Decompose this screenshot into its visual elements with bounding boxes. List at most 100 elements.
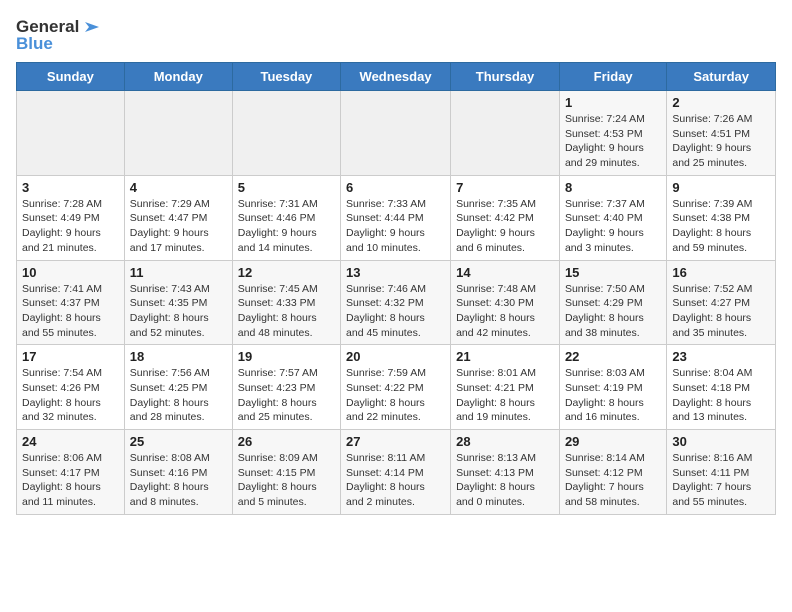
weekday-header-tuesday: Tuesday [232,63,340,91]
weekday-header-wednesday: Wednesday [341,63,451,91]
day-info: Sunrise: 7:43 AM Sunset: 4:35 PM Dayligh… [130,282,227,341]
day-cell: 23 Sunrise: 8:04 AM Sunset: 4:18 PM Dayli… [667,345,776,430]
day-cell: 28 Sunrise: 8:13 AM Sunset: 4:13 PM Dayli… [451,430,560,515]
day-info: Sunrise: 7:24 AM Sunset: 4:53 PM Dayligh… [565,112,661,171]
day-info: Sunrise: 7:39 AM Sunset: 4:38 PM Dayligh… [672,197,770,256]
day-cell: 8Sunrise: 7:37 AM Sunset: 4:40 PM Daylig… [559,175,666,260]
day-number: 16 [672,265,770,280]
day-cell: 21 Sunrise: 8:01 AM Sunset: 4:21 PM Dayli… [451,345,560,430]
day-cell: 29 Sunrise: 8:14 AM Sunset: 4:12 PM Dayli… [559,430,666,515]
day-info: Sunrise: 8:14 AM Sunset: 4:12 PM Dayligh… [565,451,661,510]
day-number: 14 [456,265,554,280]
day-info: Sunrise: 8:04 AM Sunset: 4:18 PM Dayligh… [672,366,770,425]
day-cell: 7 Sunrise: 7:35 AM Sunset: 4:42 PM Daylig… [451,175,560,260]
weekday-header-friday: Friday [559,63,666,91]
day-info: Sunrise: 8:13 AM Sunset: 4:13 PM Dayligh… [456,451,554,510]
day-number: 4 [130,180,227,195]
day-info: Sunrise: 8:01 AM Sunset: 4:21 PM Dayligh… [456,366,554,425]
day-number: 2 [672,95,770,110]
day-cell [451,91,560,176]
day-number: 19 [238,349,335,364]
day-number: 13 [346,265,445,280]
logo: General Blue [16,16,103,54]
day-cell: 17Sunrise: 7:54 AM Sunset: 4:26 PM Dayli… [17,345,125,430]
day-info: Sunrise: 7:26 AM Sunset: 4:51 PM Dayligh… [672,112,770,171]
day-info: Sunrise: 8:16 AM Sunset: 4:11 PM Dayligh… [672,451,770,510]
day-number: 1 [565,95,661,110]
day-number: 12 [238,265,335,280]
day-number: 29 [565,434,661,449]
week-row-4: 17Sunrise: 7:54 AM Sunset: 4:26 PM Dayli… [17,345,776,430]
day-info: Sunrise: 8:06 AM Sunset: 4:17 PM Dayligh… [22,451,119,510]
day-info: Sunrise: 7:35 AM Sunset: 4:42 PM Dayligh… [456,197,554,256]
calendar-table: SundayMondayTuesdayWednesdayThursdayFrid… [16,62,776,515]
weekday-header-sunday: Sunday [17,63,125,91]
day-cell: 14 Sunrise: 7:48 AM Sunset: 4:30 PM Dayli… [451,260,560,345]
day-number: 18 [130,349,227,364]
day-number: 26 [238,434,335,449]
day-info: Sunrise: 7:33 AM Sunset: 4:44 PM Dayligh… [346,197,445,256]
day-info: Sunrise: 8:03 AM Sunset: 4:19 PM Dayligh… [565,366,661,425]
day-number: 30 [672,434,770,449]
week-row-2: 3 Sunrise: 7:28 AM Sunset: 4:49 PM Daylig… [17,175,776,260]
day-number: 5 [238,180,335,195]
day-cell: 4Sunrise: 7:29 AM Sunset: 4:47 PM Daylig… [124,175,232,260]
logo-blue-text: Blue [16,34,53,54]
day-cell: 3 Sunrise: 7:28 AM Sunset: 4:49 PM Daylig… [17,175,125,260]
calendar-header: SundayMondayTuesdayWednesdayThursdayFrid… [17,63,776,91]
day-cell [341,91,451,176]
day-number: 17 [22,349,119,364]
day-info: Sunrise: 8:09 AM Sunset: 4:15 PM Dayligh… [238,451,335,510]
day-info: Sunrise: 7:48 AM Sunset: 4:30 PM Dayligh… [456,282,554,341]
day-info: Sunrise: 7:37 AM Sunset: 4:40 PM Dayligh… [565,197,661,256]
day-info: Sunrise: 7:31 AM Sunset: 4:46 PM Dayligh… [238,197,335,256]
weekday-header-thursday: Thursday [451,63,560,91]
day-cell: 18 Sunrise: 7:56 AM Sunset: 4:25 PM Dayli… [124,345,232,430]
day-cell [124,91,232,176]
day-number: 27 [346,434,445,449]
day-cell: 22 Sunrise: 8:03 AM Sunset: 4:19 PM Dayli… [559,345,666,430]
weekday-header-saturday: Saturday [667,63,776,91]
day-number: 28 [456,434,554,449]
day-info: Sunrise: 7:56 AM Sunset: 4:25 PM Dayligh… [130,366,227,425]
day-info: Sunrise: 8:11 AM Sunset: 4:14 PM Dayligh… [346,451,445,510]
day-cell: 15Sunrise: 7:50 AM Sunset: 4:29 PM Dayli… [559,260,666,345]
day-cell: 10Sunrise: 7:41 AM Sunset: 4:37 PM Dayli… [17,260,125,345]
day-number: 6 [346,180,445,195]
day-number: 21 [456,349,554,364]
weekday-header-monday: Monday [124,63,232,91]
day-cell: 26 Sunrise: 8:09 AM Sunset: 4:15 PM Dayli… [232,430,340,515]
calendar-body: 1 Sunrise: 7:24 AM Sunset: 4:53 PM Daylig… [17,91,776,515]
day-number: 24 [22,434,119,449]
day-cell: 5 Sunrise: 7:31 AM Sunset: 4:46 PM Daylig… [232,175,340,260]
day-cell: 30 Sunrise: 8:16 AM Sunset: 4:11 PM Dayli… [667,430,776,515]
weekday-header-row: SundayMondayTuesdayWednesdayThursdayFrid… [17,63,776,91]
week-row-5: 24 Sunrise: 8:06 AM Sunset: 4:17 PM Dayli… [17,430,776,515]
day-number: 11 [130,265,227,280]
day-cell: 16 Sunrise: 7:52 AM Sunset: 4:27 PM Dayli… [667,260,776,345]
week-row-3: 10Sunrise: 7:41 AM Sunset: 4:37 PM Dayli… [17,260,776,345]
day-info: Sunrise: 7:52 AM Sunset: 4:27 PM Dayligh… [672,282,770,341]
day-cell: 19 Sunrise: 7:57 AM Sunset: 4:23 PM Dayli… [232,345,340,430]
day-cell: 12Sunrise: 7:45 AM Sunset: 4:33 PM Dayli… [232,260,340,345]
day-info: Sunrise: 7:28 AM Sunset: 4:49 PM Dayligh… [22,197,119,256]
day-cell: 2 Sunrise: 7:26 AM Sunset: 4:51 PM Daylig… [667,91,776,176]
day-info: Sunrise: 7:46 AM Sunset: 4:32 PM Dayligh… [346,282,445,341]
day-cell: 1 Sunrise: 7:24 AM Sunset: 4:53 PM Daylig… [559,91,666,176]
day-number: 15 [565,265,661,280]
day-cell [17,91,125,176]
day-cell: 25Sunrise: 8:08 AM Sunset: 4:16 PM Dayli… [124,430,232,515]
week-row-1: 1 Sunrise: 7:24 AM Sunset: 4:53 PM Daylig… [17,91,776,176]
day-number: 10 [22,265,119,280]
day-cell: 6 Sunrise: 7:33 AM Sunset: 4:44 PM Daylig… [341,175,451,260]
day-number: 7 [456,180,554,195]
day-info: Sunrise: 7:59 AM Sunset: 4:22 PM Dayligh… [346,366,445,425]
logo-arrow-icon [81,16,103,38]
day-cell: 9Sunrise: 7:39 AM Sunset: 4:38 PM Daylig… [667,175,776,260]
day-number: 23 [672,349,770,364]
day-number: 20 [346,349,445,364]
day-info: Sunrise: 7:57 AM Sunset: 4:23 PM Dayligh… [238,366,335,425]
day-number: 22 [565,349,661,364]
day-cell: 13 Sunrise: 7:46 AM Sunset: 4:32 PM Dayli… [341,260,451,345]
day-number: 3 [22,180,119,195]
